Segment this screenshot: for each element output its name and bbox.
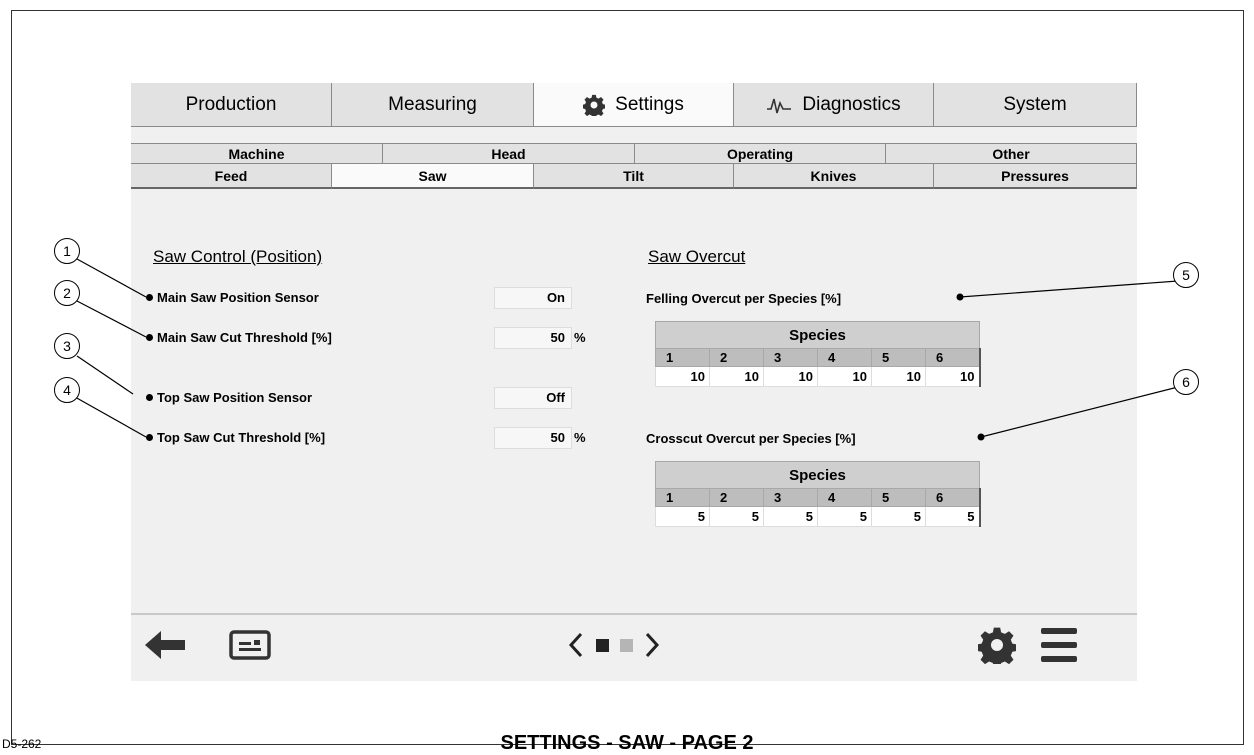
callout-leader-lines	[74, 258, 1179, 441]
figure-caption: SETTINGS - SAW - PAGE 2	[500, 732, 754, 754]
callout-4: 4	[54, 377, 80, 403]
callout-1: 1	[54, 238, 80, 264]
callout-2: 2	[54, 280, 80, 306]
callout-3: 3	[54, 333, 80, 359]
callout-5: 5	[1173, 262, 1199, 288]
callout-6: 6	[1173, 369, 1199, 395]
